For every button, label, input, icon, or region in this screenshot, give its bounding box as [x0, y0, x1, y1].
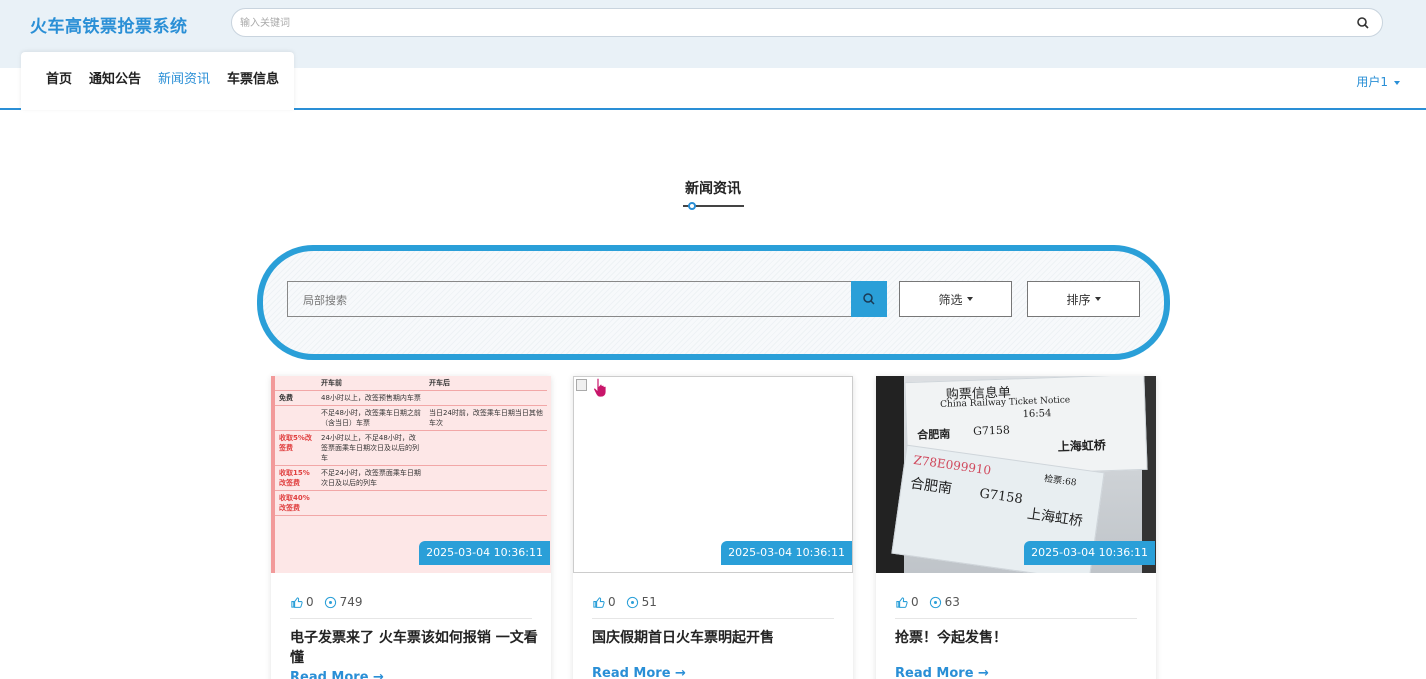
read-more-link[interactable]: Read More → — [592, 666, 686, 679]
user-name: 用户1 — [1356, 75, 1388, 89]
view-count-value: 63 — [944, 595, 960, 609]
news-stats: 0 63 — [895, 595, 970, 609]
table-cell: 当日24时前，改签乘车日期当日其他车次 — [425, 405, 547, 431]
like-count-value: 0 — [911, 595, 919, 609]
table-cell: 24小时以上，不足48小时，改签票面乘车日期次日及以后的列车 — [317, 430, 425, 466]
nav-item-home[interactable]: 首页 — [46, 72, 72, 88]
news-stats: 0 749 — [290, 595, 373, 609]
ticket-train: G7158 — [978, 486, 1024, 508]
table-cell: 不足24小时，改签票面乘车日期次日及以后的列车 — [317, 465, 425, 491]
local-search-button[interactable] — [851, 281, 887, 317]
thumbs-up-icon — [896, 596, 908, 608]
chevron-down-icon — [966, 297, 973, 301]
news-title[interactable]: 抢票！今起发售！ — [895, 628, 1145, 648]
card-divider — [290, 618, 532, 619]
table-cell — [425, 490, 547, 516]
news-date-badge: 2025-03-04 10:36:11 — [419, 541, 550, 565]
view-count: 749 — [324, 595, 363, 609]
eye-icon — [626, 596, 638, 608]
read-more-link[interactable]: Read More → — [895, 666, 989, 679]
thumbs-up-icon — [291, 596, 303, 608]
ticket-time: 16:54 — [1022, 408, 1052, 421]
global-search-input[interactable] — [240, 14, 1340, 32]
table-cell: 不足48小时，改签乘车日期之前（含当日）车票 — [317, 405, 425, 431]
sort-label: 排序 — [1066, 292, 1091, 307]
like-count[interactable]: 0 — [290, 595, 314, 609]
ticket-to: 上海虹桥 — [1026, 506, 1084, 530]
fee-table-image: 开车前 开车后 免费 48小时以上，改签预售期内车票 不足48小时，改签乘车日期之前… — [275, 376, 547, 516]
global-search-box[interactable] — [231, 8, 1383, 37]
table-cell — [425, 430, 547, 466]
user-menu[interactable]: 用户1 — [1356, 73, 1400, 90]
news-date-badge: 2025-03-04 10:36:11 — [721, 541, 852, 565]
local-search-input[interactable] — [303, 291, 823, 309]
ticket-to: 上海虹桥 — [1057, 438, 1106, 454]
main-nav: 首页 通知公告 新闻资讯 车票信息 — [46, 72, 296, 88]
like-count-value: 0 — [608, 595, 616, 609]
ticket-from: 合肥南 — [909, 475, 953, 498]
table-cell — [317, 490, 425, 516]
eye-icon — [324, 596, 336, 608]
title-underline-dot — [688, 202, 696, 210]
table-cell: 开车后 — [425, 376, 547, 391]
view-count-value: 51 — [641, 595, 657, 609]
view-count: 63 — [929, 595, 960, 609]
page-title: 新闻资讯 — [685, 181, 741, 197]
table-cell: 收取15%改签费 — [275, 465, 317, 491]
filter-dropdown-button[interactable]: 筛选 — [899, 281, 1012, 317]
view-count-value: 749 — [339, 595, 363, 609]
thumbs-up-icon — [593, 596, 605, 608]
news-card[interactable]: 购票信息单 China Railway Ticket Notice 合肥南 G7… — [876, 376, 1156, 679]
like-count-value: 0 — [306, 595, 314, 609]
like-count[interactable]: 0 — [895, 595, 919, 609]
broken-image-icon — [576, 379, 587, 391]
card-divider — [592, 618, 834, 619]
table-cell: 收取40%改签费 — [275, 490, 317, 516]
search-icon — [863, 293, 875, 305]
table-cell — [425, 465, 547, 491]
news-card[interactable]: 开车前 开车后 免费 48小时以上，改签预售期内车票 不足48小时，改签乘车日期之前… — [271, 376, 551, 679]
table-cell — [275, 376, 317, 391]
news-title[interactable]: 电子发票来了 火车票该如何报销 一文看懂 — [290, 628, 540, 668]
news-stats: 0 51 — [592, 595, 667, 609]
ticket-gate: 检票:68 — [1043, 474, 1078, 489]
site-logo-title[interactable]: 火车高铁票抢票系统 — [30, 12, 188, 37]
read-more-link[interactable]: Read More → — [290, 670, 384, 679]
view-count: 51 — [626, 595, 657, 609]
nav-item-news[interactable]: 新闻资讯 — [158, 72, 210, 88]
nav-item-notices[interactable]: 通知公告 — [89, 72, 141, 88]
filter-label: 筛选 — [938, 292, 963, 307]
news-date-badge: 2025-03-04 10:36:11 — [1024, 541, 1155, 565]
table-cell: 收取5%改签费 — [275, 430, 317, 466]
search-icon[interactable] — [1356, 15, 1372, 31]
chevron-down-icon — [1094, 297, 1101, 301]
chevron-down-icon — [1394, 80, 1400, 85]
nav-item-tickets[interactable]: 车票信息 — [227, 72, 279, 88]
table-cell — [425, 390, 547, 406]
ticket-from: 合肥南 — [917, 427, 951, 442]
hand-cursor-icon — [593, 377, 607, 397]
ticket-train: G7158 — [972, 423, 1011, 438]
table-cell: 免费 — [275, 390, 317, 406]
table-cell: 开车前 — [317, 376, 425, 391]
local-search-box[interactable] — [287, 281, 852, 317]
news-title[interactable]: 国庆假期首日火车票明起开售 — [592, 628, 842, 648]
eye-icon — [929, 596, 941, 608]
table-cell — [275, 405, 317, 431]
sort-dropdown-button[interactable]: 排序 — [1027, 281, 1140, 317]
table-cell: 48小时以上，改签预售期内车票 — [317, 390, 425, 406]
like-count[interactable]: 0 — [592, 595, 616, 609]
card-divider — [895, 618, 1137, 619]
news-card[interactable]: 2025-03-04 10:36:11 0 51 国庆假期首日火车票明起开售 R… — [573, 376, 853, 679]
